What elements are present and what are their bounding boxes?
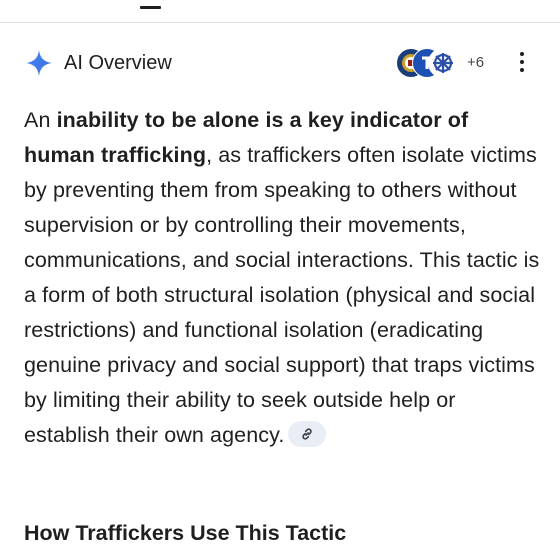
source-favicons[interactable] (396, 48, 466, 78)
more-vert-icon[interactable] (516, 52, 528, 76)
ai-overview-answer: An inability to be alone is a key indica… (24, 103, 544, 453)
ai-overview-header: AI Overview +6 (0, 40, 560, 84)
source-icon-wheel[interactable] (428, 48, 458, 78)
gemini-sparkle-icon (26, 50, 52, 76)
answer-intro: An (24, 108, 57, 132)
link-icon (302, 428, 313, 440)
section-heading: How Traffickers Use This Tactic (24, 521, 347, 545)
top-bar (0, 0, 560, 23)
citation-link-button[interactable] (288, 421, 327, 448)
more-sources-count[interactable]: +6 (467, 54, 484, 71)
tab-indicator (140, 6, 161, 9)
answer-body: , as traffickers often isolate victims b… (24, 143, 540, 447)
ai-overview-title: AI Overview (64, 52, 172, 74)
